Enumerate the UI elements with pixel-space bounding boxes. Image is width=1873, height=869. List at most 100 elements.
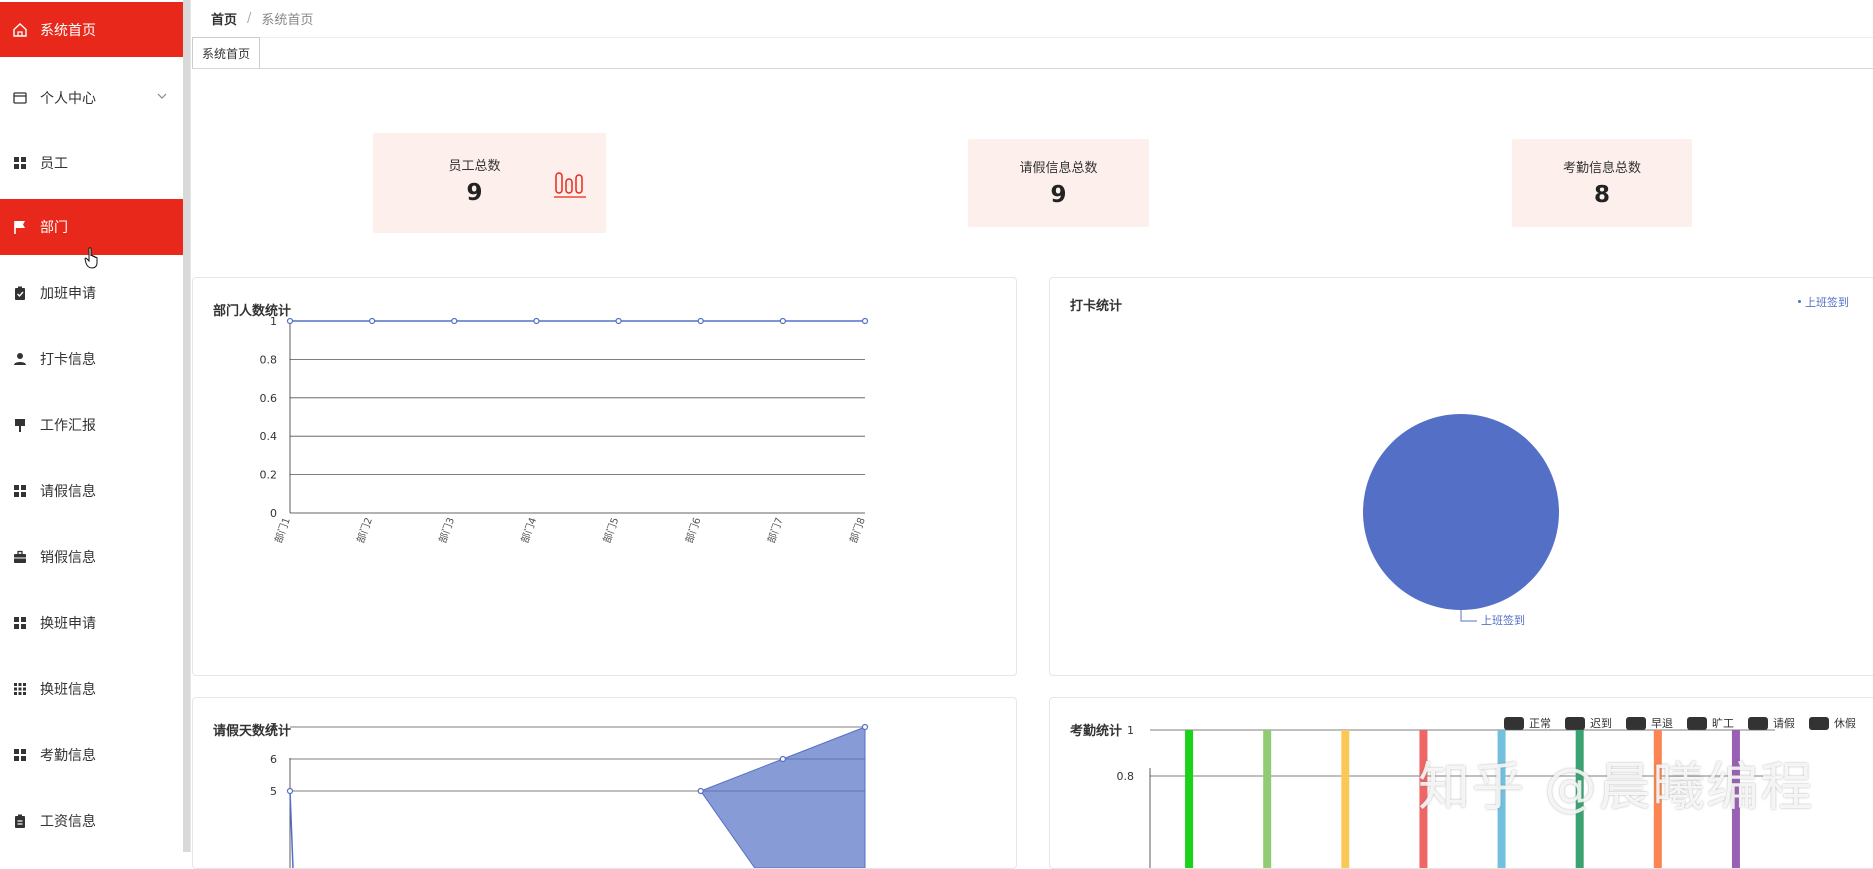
sidebar-item-shift-info[interactable]: 换班信息 bbox=[0, 661, 190, 717]
bar bbox=[1185, 730, 1194, 868]
pie-slice bbox=[1363, 414, 1559, 610]
grid-icon bbox=[12, 615, 28, 631]
sidebar-item-shift-request[interactable]: 换班申请 bbox=[0, 595, 190, 651]
sidebar-item-label: 考勤信息 bbox=[40, 748, 96, 764]
sidebar-item-label: 换班信息 bbox=[40, 682, 96, 698]
breadcrumb: 首页 / 系统首页 bbox=[192, 0, 1873, 38]
sidebar-item-label: 部门 bbox=[40, 220, 68, 236]
grid-icon bbox=[12, 155, 28, 171]
pie-slice-label: 上班签到 bbox=[1481, 614, 1525, 627]
breadcrumb-home[interactable]: 首页 bbox=[211, 9, 237, 28]
card-icon bbox=[12, 90, 28, 106]
data-point bbox=[861, 317, 869, 325]
series-line bbox=[289, 790, 294, 868]
data-point bbox=[286, 317, 294, 325]
stat-card-attendance: 考勤信息总数 8 bbox=[1512, 139, 1692, 227]
stat-card-leave: 请假信息总数 9 bbox=[968, 139, 1149, 227]
y-tick-label: 6 bbox=[270, 753, 277, 766]
sidebar-item-department[interactable]: 部门 bbox=[0, 199, 190, 269]
clock-chart-panel: 打卡统计 上班签到 上班签到 bbox=[1049, 277, 1873, 676]
sidebar-item-label: 加班申请 bbox=[40, 286, 96, 302]
pie-label-line bbox=[1460, 610, 1477, 622]
breadcrumb-separator: / bbox=[247, 11, 252, 26]
stat-value: 8 bbox=[1593, 182, 1610, 208]
watermark: 知乎 @晨曦编程 bbox=[1418, 758, 1815, 818]
user-icon bbox=[12, 351, 28, 367]
sidebar-item-employee[interactable]: 员工 bbox=[0, 135, 190, 191]
data-point bbox=[286, 787, 294, 795]
stat-label: 请假信息总数 bbox=[1019, 161, 1098, 176]
sidebar-item-label: 工作汇报 bbox=[40, 418, 96, 434]
y-tick-label: 0.2 bbox=[260, 469, 278, 482]
sidebar-item-salary[interactable]: 工资信息 bbox=[0, 793, 190, 849]
sidebar-item-profile[interactable]: 个人中心 bbox=[0, 70, 190, 126]
y-tick-label: 0.8 bbox=[260, 353, 278, 366]
y-tick-label: 0 bbox=[270, 507, 277, 520]
y-tick-label: 1 bbox=[1127, 724, 1134, 737]
stat-value: 9 bbox=[1050, 182, 1067, 208]
chevron-down-icon[interactable] bbox=[156, 90, 168, 106]
bar bbox=[1263, 730, 1272, 868]
grid-icon bbox=[12, 483, 28, 499]
y-tick-label: 7 bbox=[270, 721, 277, 734]
data-point bbox=[697, 787, 704, 795]
apps-icon bbox=[12, 681, 28, 697]
clipboard-icon bbox=[12, 813, 28, 829]
sidebar-item-label: 个人中心 bbox=[40, 91, 96, 107]
sidebar-item-report[interactable]: 工作汇报 bbox=[0, 397, 190, 453]
leave-chart-panel: 请假天数统计 567 bbox=[192, 697, 1017, 869]
sidebar-item-label: 请假信息 bbox=[40, 484, 96, 500]
x-tick-label: 部门3 bbox=[436, 516, 457, 545]
series-area bbox=[699, 726, 866, 868]
data-point bbox=[779, 317, 786, 325]
sidebar-item-clockin[interactable]: 打卡信息 bbox=[0, 331, 190, 387]
y-tick-label: 5 bbox=[270, 785, 277, 798]
data-point bbox=[697, 317, 704, 325]
data-point bbox=[533, 317, 540, 325]
sidebar-item-label: 工资信息 bbox=[40, 814, 96, 830]
y-tick-label: 1 bbox=[270, 315, 277, 328]
sidebar-item-overtime[interactable]: 加班申请 bbox=[0, 265, 190, 321]
data-point bbox=[369, 317, 376, 325]
bar bbox=[1341, 730, 1350, 868]
sidebar-item-home[interactable]: 系统首页 bbox=[0, 2, 190, 57]
data-point bbox=[615, 317, 622, 325]
x-tick-label: 部门5 bbox=[600, 516, 621, 545]
sidebar-item-label: 员工 bbox=[40, 156, 68, 172]
leave-area-chart: 5 6 7 bbox=[270, 721, 869, 868]
clock-pie-chart bbox=[1363, 414, 1559, 622]
x-tick-label: 部门4 bbox=[518, 516, 539, 545]
data-point bbox=[779, 755, 786, 763]
clipboard-check-icon bbox=[12, 285, 28, 301]
data-point bbox=[861, 723, 869, 731]
sidebar-item-label: 系统首页 bbox=[40, 22, 96, 39]
sidebar: 系统首页 个人中心 员工 部门 加班申请 打卡信息 工作汇报 请假信息 销假信息… bbox=[0, 0, 191, 852]
sidebar-item-attendance[interactable]: 考勤信息 bbox=[0, 727, 190, 783]
stat-label: 考勤信息总数 bbox=[1562, 161, 1641, 176]
breadcrumb-current: 系统首页 bbox=[261, 13, 314, 28]
y-tick-label: 0.6 bbox=[260, 392, 278, 405]
y-tick-label: 0.8 bbox=[1117, 770, 1135, 783]
sidebar-item-cancel-leave[interactable]: 销假信息 bbox=[0, 529, 190, 585]
x-tick-label: 部门2 bbox=[354, 516, 375, 545]
stat-card-employees: 员工总数 9 bbox=[373, 133, 606, 233]
tab-home[interactable]: 系统首页 bbox=[192, 37, 260, 68]
data-point bbox=[451, 317, 458, 325]
grid-icon bbox=[12, 747, 28, 763]
x-tick-label: 部门7 bbox=[764, 516, 785, 545]
sidebar-scrollbar[interactable] bbox=[183, 0, 190, 852]
briefcase-icon bbox=[12, 549, 28, 565]
tab-bar: 系统首页 bbox=[192, 37, 1873, 69]
home-icon bbox=[12, 22, 28, 38]
y-tick-label: 0.4 bbox=[260, 430, 278, 443]
sidebar-item-leave[interactable]: 请假信息 bbox=[0, 463, 190, 519]
x-tick-label: 部门6 bbox=[682, 516, 703, 545]
sidebar-item-label: 打卡信息 bbox=[40, 352, 96, 368]
dept-chart-panel: 部门人数统计 0 0.2 0.4 0.6 0.8 1 部门1 部门2 部门3 部门4 部门5 部门6 部… bbox=[192, 277, 1017, 676]
dept-line-chart: 00.20.40.60.81部门1 部门2 部门3 部门4 部门5 部门6 部门7 部门8 bbox=[260, 315, 869, 545]
bar-chart-icon bbox=[553, 166, 587, 204]
flag-icon bbox=[12, 219, 28, 235]
sidebar-item-label: 换班申请 bbox=[40, 616, 96, 632]
x-tick-label: 部门8 bbox=[847, 516, 868, 545]
brush-icon bbox=[12, 417, 28, 433]
